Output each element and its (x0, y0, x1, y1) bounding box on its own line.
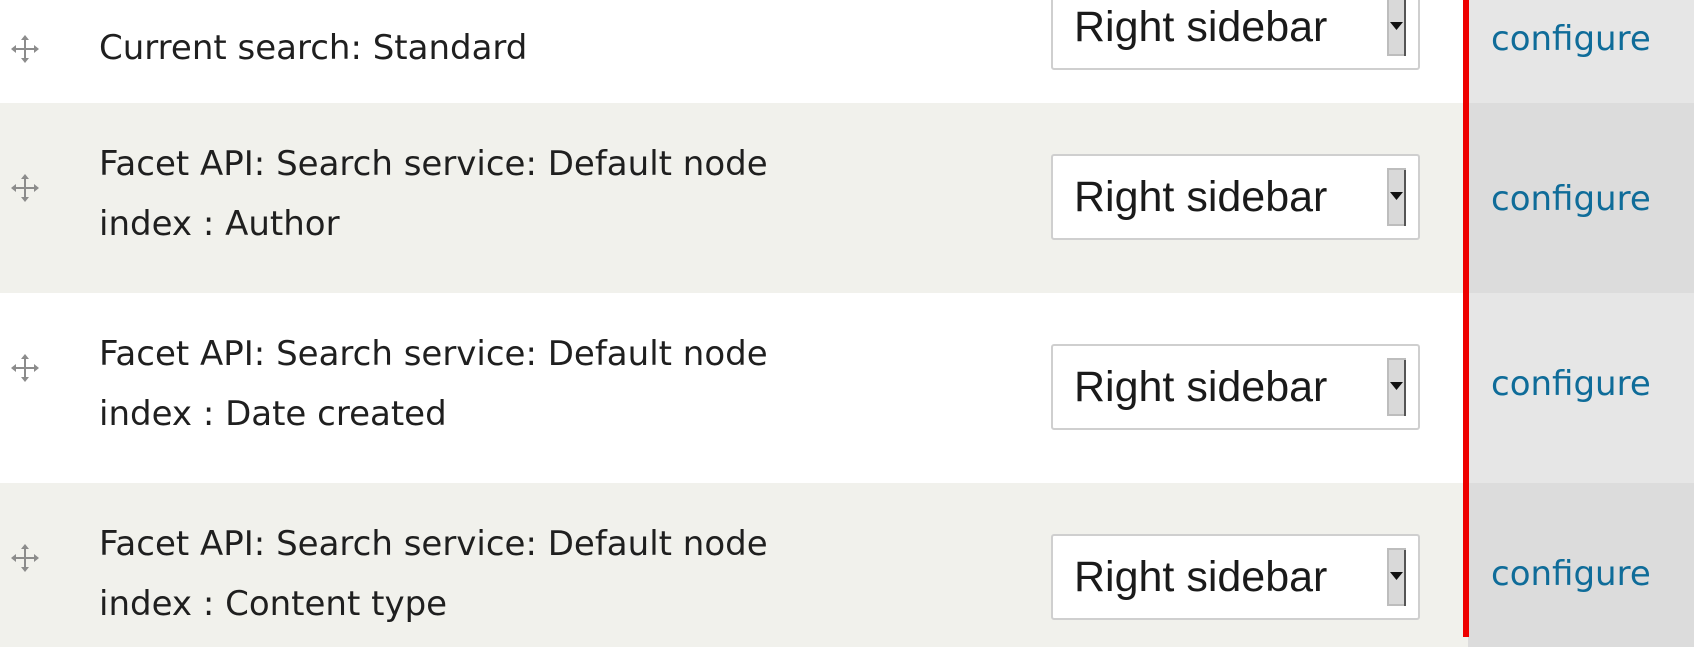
blocks-table: Current search: Standard Right sidebar c… (0, 0, 1694, 647)
drag-handle-icon[interactable] (10, 173, 40, 203)
drag-handle-icon[interactable] (10, 34, 40, 64)
block-title-line: Facet API: Search service: Default node (99, 144, 768, 184)
chevron-down-icon (1387, 0, 1406, 56)
operations-cell: configure (1468, 293, 1694, 483)
block-title-line: index : Author (99, 204, 340, 244)
highlight-marker (1463, 0, 1469, 637)
block-title-line: index : Content type (99, 584, 448, 624)
region-select[interactable]: Right sidebar (1051, 344, 1420, 430)
drag-handle-icon[interactable] (10, 543, 40, 573)
block-title: Facet API: Search service: Default node … (99, 514, 979, 634)
region-select[interactable]: Right sidebar (1051, 534, 1420, 620)
region-select-value: Right sidebar (1074, 3, 1328, 51)
block-title: Current search: Standard (99, 18, 979, 78)
region-select[interactable]: Right sidebar (1051, 0, 1420, 70)
table-row: Current search: Standard Right sidebar c… (0, 0, 1694, 103)
operations-cell: configure (1468, 103, 1694, 293)
configure-link[interactable]: configure (1491, 179, 1651, 219)
block-title-line: Facet API: Search service: Default node (99, 524, 768, 564)
drag-handle-icon[interactable] (10, 353, 40, 383)
table-row: Facet API: Search service: Default node … (0, 103, 1694, 293)
configure-link[interactable]: configure (1491, 19, 1651, 59)
region-select-value: Right sidebar (1074, 173, 1328, 221)
chevron-down-icon (1387, 168, 1406, 226)
configure-link[interactable]: configure (1491, 364, 1651, 404)
block-title-line: index : Date created (99, 394, 447, 434)
region-select-value: Right sidebar (1074, 363, 1328, 411)
region-select-value: Right sidebar (1074, 553, 1328, 601)
block-title-line: Current search: Standard (99, 28, 528, 68)
table-row: Facet API: Search service: Default node … (0, 483, 1694, 647)
chevron-down-icon (1387, 358, 1406, 416)
region-select[interactable]: Right sidebar (1051, 154, 1420, 240)
block-title: Facet API: Search service: Default node … (99, 324, 979, 444)
table-row: Facet API: Search service: Default node … (0, 293, 1694, 483)
operations-cell: configure (1468, 0, 1694, 103)
operations-cell: configure (1468, 483, 1694, 647)
block-title-line: Facet API: Search service: Default node (99, 334, 768, 374)
configure-link[interactable]: configure (1491, 554, 1651, 594)
block-title: Facet API: Search service: Default node … (99, 134, 979, 254)
chevron-down-icon (1387, 548, 1406, 606)
